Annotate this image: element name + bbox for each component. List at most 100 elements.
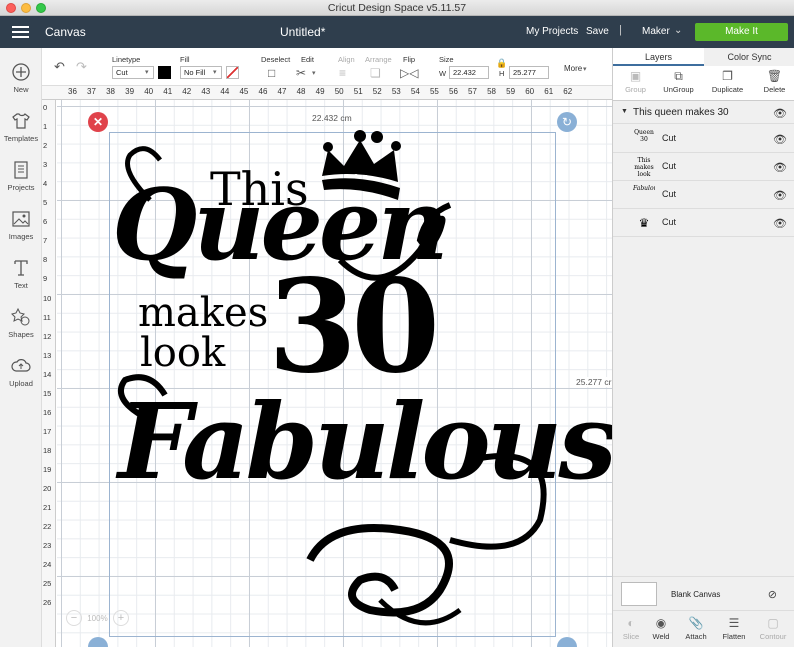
sidebar-item-new[interactable]: New — [0, 62, 42, 94]
ruler-tick-label: 40 — [144, 87, 154, 96]
delete-handle-icon[interactable]: ✕ — [88, 112, 108, 132]
shapes-icon — [10, 307, 32, 329]
duplicate-button[interactable]: ❐ Duplicate — [705, 69, 750, 94]
tab-color-sync[interactable]: Color Sync — [704, 48, 794, 66]
chevron-down-icon: ▾ — [312, 70, 316, 77]
chevron-down-icon: ▾ — [213, 69, 217, 76]
save-button[interactable]: Save — [586, 26, 609, 37]
eye-icon[interactable]: 👁 — [773, 189, 787, 202]
ruler-tick-label: 38 — [106, 87, 115, 96]
window-titlebar: Cricut Design Space v5.11.57 — [0, 0, 794, 16]
tab-layers[interactable]: Layers — [613, 48, 704, 66]
ruler-vertical: 0 1 2 3 4 5 6 7 8 9 10 11 12 13 14 15 16 17 18 19 20 21 22 23 24… — [42, 100, 56, 647]
height-label: H — [499, 69, 505, 78]
sidebar-item-shapes[interactable]: Shapes — [0, 307, 42, 339]
ruler-tick-label: 2 — [43, 141, 48, 151]
sidebar-item-text[interactable]: Text — [0, 258, 42, 290]
layer-row[interactable]: Queen 30 Cut 👁 — [613, 125, 794, 153]
more-menu[interactable]: More — [564, 64, 582, 73]
document-title: Untitled* — [280, 25, 326, 39]
menu-icon[interactable] — [12, 26, 29, 38]
arrange-label[interactable]: Arrange — [365, 55, 392, 64]
caret-down-icon[interactable]: ▼ — [621, 108, 628, 115]
edit-tools-icon[interactable]: ✂ — [296, 66, 306, 80]
ruler-tick-label: 25 — [43, 579, 52, 589]
ruler-tick-label: 8 — [43, 255, 48, 265]
blank-canvas-row[interactable]: Blank Canvas ⊘ — [613, 576, 794, 608]
machine-select[interactable]: Maker — [642, 26, 670, 37]
trash-icon: 🗑 — [766, 69, 783, 83]
eye-hidden-icon[interactable]: ⊘ — [768, 588, 777, 601]
sidebar-item-templates[interactable]: Templates — [0, 111, 42, 143]
ruler-tick-label: 14 — [43, 369, 52, 379]
blank-canvas-swatch[interactable] — [621, 582, 657, 606]
fill-color-swatch[interactable] — [226, 66, 239, 79]
edit-toolbar: ↶ ↷ Linetype Cut ▾ Fill No Fill ▾ Desele… — [42, 48, 612, 86]
zoom-in-button[interactable]: + — [112, 610, 129, 626]
layer-row[interactable]: ♛ Cut 👁 — [613, 209, 794, 237]
align-icon[interactable]: ≡ — [339, 66, 346, 80]
group-icon: ▣ — [629, 69, 642, 83]
edit-label[interactable]: Edit — [301, 55, 314, 64]
align-label[interactable]: Align — [338, 55, 355, 64]
ruler-tick-label: 47 — [277, 87, 287, 96]
ruler-tick-label: 5 — [43, 198, 48, 208]
width-label: W — [439, 69, 447, 78]
eye-icon[interactable]: 👁 — [773, 107, 787, 120]
flip-icon[interactable]: ▷◁ — [400, 66, 418, 80]
ungroup-button[interactable]: ⧉ UnGroup — [656, 69, 701, 94]
deselect-icon[interactable]: □ — [268, 66, 275, 80]
panel-tabs: Layers Color Sync — [613, 48, 794, 66]
layer-group-row[interactable]: ▼ This queen makes 30 👁 — [613, 102, 794, 124]
contour-button[interactable]: ▢ Contour — [755, 616, 791, 641]
sidebar-item-projects[interactable]: Projects — [0, 160, 42, 192]
flip-label[interactable]: Flip — [403, 55, 415, 64]
zoom-out-button[interactable]: − — [66, 610, 82, 626]
linetype-label: Linetype — [112, 55, 141, 64]
crown-thumbnail-icon: ♛ — [638, 216, 650, 230]
eye-icon[interactable]: 👁 — [773, 217, 787, 230]
ruler-tick-label: 39 — [125, 87, 135, 96]
layer-group-name: This queen makes 30 — [633, 107, 729, 118]
flatten-button[interactable]: ☰ Flatten — [716, 616, 752, 641]
chevron-down-icon[interactable]: ⌄ — [674, 25, 682, 36]
layer-thumbnail: Fabulous — [633, 185, 655, 192]
linetype-color-swatch[interactable] — [158, 66, 171, 79]
sidebar-item-images[interactable]: Images — [0, 209, 42, 241]
ungroup-icon: ⧉ — [674, 69, 683, 83]
arrange-icon[interactable]: ❏ — [370, 66, 381, 80]
ruler-tick-label: 48 — [296, 87, 306, 96]
layer-row[interactable]: This makes look Cut 👁 — [613, 153, 794, 181]
attach-button[interactable]: 📎 Attach — [678, 616, 714, 641]
group-button[interactable]: ▣ Group — [613, 69, 658, 94]
selection-bounding-box[interactable] — [109, 132, 556, 637]
sidebar-item-upload[interactable]: Upload — [0, 356, 42, 388]
weld-button[interactable]: ◉ Weld — [643, 616, 679, 641]
ruler-tick-label: 36 — [68, 87, 77, 96]
app-header: Canvas Untitled* My Projects Save | Make… — [0, 16, 794, 48]
lock-ratio-icon[interactable]: 🔒 — [496, 56, 507, 70]
redo-icon[interactable]: ↷ — [76, 60, 87, 74]
shirt-icon — [10, 111, 32, 133]
fill-label: Fill — [180, 55, 190, 64]
image-icon — [10, 209, 32, 231]
eye-icon[interactable]: 👁 — [773, 161, 787, 174]
layer-row[interactable]: Fabulous Cut 👁 — [613, 181, 794, 209]
upload-cloud-icon — [10, 356, 32, 378]
ruler-tick-label: 11 — [43, 312, 51, 322]
undo-icon[interactable]: ↶ — [54, 60, 65, 74]
ruler-tick-label: 3 — [43, 160, 48, 170]
chevron-down-icon: ▾ — [145, 69, 149, 76]
height-input[interactable]: 25.277 — [509, 66, 549, 79]
eye-icon[interactable]: 👁 — [773, 133, 787, 146]
ruler-tick-label: 16 — [43, 407, 52, 417]
ruler-horizontal: 36 37 38 39 40 41 42 43 44 45 46 47 48 49 50 51 52 53 54 55… — [42, 86, 612, 100]
deselect-label[interactable]: Deselect — [261, 55, 290, 64]
ruler-tick-label: 56 — [449, 87, 458, 96]
delete-button[interactable]: 🗑 Delete — [752, 69, 794, 94]
my-projects-link[interactable]: My Projects — [526, 26, 578, 37]
make-it-button[interactable]: Make It — [695, 23, 788, 41]
rotate-handle-icon[interactable]: ↻ — [557, 112, 577, 132]
ruler-tick-label: 62 — [563, 87, 573, 96]
width-input[interactable]: 22.432 — [449, 66, 489, 79]
